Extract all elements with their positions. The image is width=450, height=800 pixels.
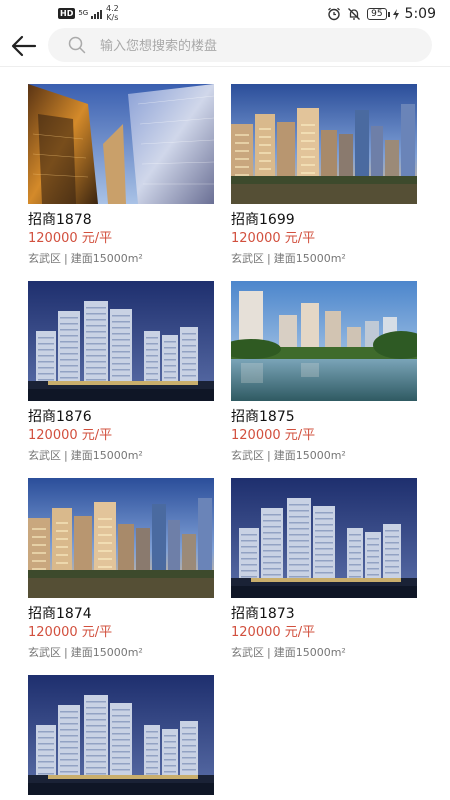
listing-price: 120000 元/平 — [28, 428, 113, 443]
meta-separator: | — [64, 646, 68, 659]
listing-card[interactable]: 招商1699 120000 元/平 玄武区 | 建面15000m² — [231, 84, 417, 268]
listing-price: 120000 元/平 — [231, 428, 316, 443]
listing-name: 招商1876 — [28, 409, 92, 425]
listing-name: 招商1878 — [28, 212, 92, 228]
status-left: HD 5G — [58, 8, 105, 19]
listing-price: 120000 元/平 — [28, 625, 113, 640]
meta-separator: | — [64, 449, 68, 462]
hd-badge: HD — [58, 8, 76, 19]
listing-meta: 玄武区 | 建面15000m² — [231, 250, 417, 268]
listing-card[interactable]: 招商1878 120000 元/平 玄武区 | 建面15000m² — [28, 84, 214, 268]
meta-separator: | — [267, 252, 271, 265]
listing-card[interactable]: 招商1876 120000 元/平 玄武区 | 建面15000m² — [28, 281, 214, 465]
listing-district: 玄武区 — [28, 252, 61, 265]
listing-name: 招商1874 — [28, 606, 92, 622]
status-right: 95 5:09 — [327, 6, 436, 22]
listing-image[interactable] — [231, 84, 417, 204]
listing-image[interactable] — [28, 675, 214, 795]
battery-level: 95 — [371, 9, 383, 19]
listing-image[interactable] — [28, 84, 214, 204]
listing-name: 招商1873 — [231, 606, 295, 622]
listing-meta: 玄武区 | 建面15000m² — [231, 447, 417, 465]
top-bar — [0, 28, 450, 67]
listing-meta: 玄武区 | 建面15000m² — [231, 644, 417, 662]
meta-separator: | — [267, 646, 271, 659]
listing-district: 玄武区 — [28, 449, 61, 462]
listing-card[interactable] — [28, 675, 214, 795]
search-icon — [68, 36, 86, 54]
meta-separator: | — [267, 449, 271, 462]
listing-area: 建面15000m² — [273, 646, 346, 659]
listing-card[interactable]: 招商1873 120000 元/平 玄武区 | 建面15000m² — [231, 478, 417, 662]
signal-icon — [91, 10, 103, 19]
search-box[interactable] — [48, 28, 432, 64]
speed-unit: K/s — [106, 13, 119, 22]
battery-icon: 95 — [367, 8, 391, 20]
search-input[interactable] — [98, 28, 422, 64]
listing-meta: 玄武区 | 建面15000m² — [28, 447, 214, 465]
listing-district: 玄武区 — [231, 449, 264, 462]
listing-image[interactable] — [28, 281, 214, 401]
charging-icon — [392, 8, 399, 20]
listing-price: 120000 元/平 — [28, 231, 113, 246]
listing-area: 建面15000m² — [70, 449, 143, 462]
listing-image[interactable] — [231, 478, 417, 598]
listing-area: 建面15000m² — [70, 252, 143, 265]
listing-price: 120000 元/平 — [231, 231, 316, 246]
listing-meta: 玄武区 | 建面15000m² — [28, 250, 214, 268]
network-speed: 4.2 K/s — [106, 4, 119, 22]
back-button[interactable] — [10, 34, 38, 58]
back-arrow-icon — [11, 35, 37, 57]
network-type: 5G — [78, 9, 89, 17]
listing-area: 建面15000m² — [273, 449, 346, 462]
listing-card[interactable]: 招商1875 120000 元/平 玄武区 | 建面15000m² — [231, 281, 417, 465]
status-bar: HD 5G 4.2 K/s 95 5:09 — [0, 0, 450, 28]
listing-district: 玄武区 — [28, 646, 61, 659]
listing-price: 120000 元/平 — [231, 625, 316, 640]
listing-area: 建面15000m² — [70, 646, 143, 659]
mute-bell-icon — [348, 8, 361, 20]
clock: 5:09 — [404, 6, 436, 22]
listing-name: 招商1875 — [231, 409, 295, 425]
listing-meta: 玄武区 | 建面15000m² — [28, 644, 214, 662]
listing-district: 玄武区 — [231, 646, 264, 659]
listing-district: 玄武区 — [231, 252, 264, 265]
listing-image[interactable] — [28, 478, 214, 598]
listing-image[interactable] — [231, 281, 417, 401]
alarm-icon — [328, 7, 341, 21]
speed-value: 4.2 — [106, 4, 119, 13]
listing-name: 招商1699 — [231, 212, 295, 228]
listing-card[interactable]: 招商1874 120000 元/平 玄武区 | 建面15000m² — [28, 478, 214, 662]
meta-separator: | — [64, 252, 68, 265]
listing-area: 建面15000m² — [273, 252, 346, 265]
